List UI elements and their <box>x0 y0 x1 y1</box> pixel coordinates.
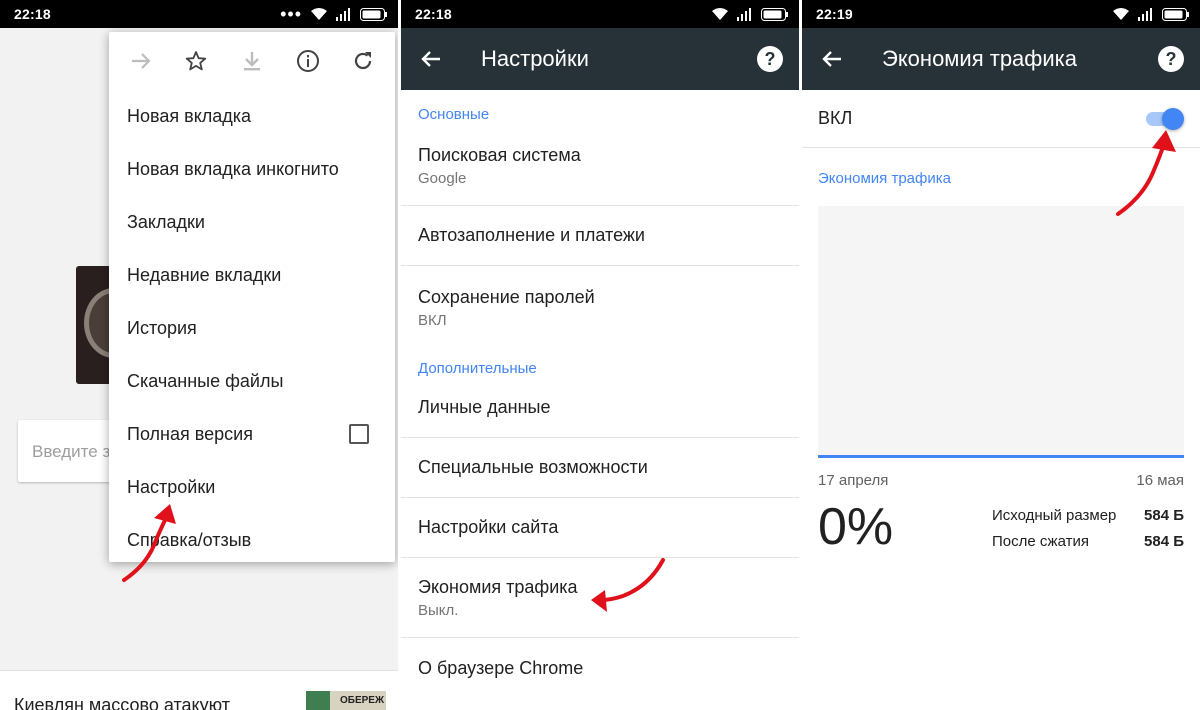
menu-item-bookmarks[interactable]: Закладки <box>109 196 395 249</box>
status-bar: 22:18 ••• <box>0 0 398 28</box>
menu-item-label: Справка/отзыв <box>127 530 252 550</box>
help-icon[interactable]: ? <box>757 46 783 72</box>
menu-item-label: Полная версия <box>127 424 253 444</box>
overflow-menu: Новая вкладка Новая вкладка инкогнито За… <box>109 32 395 562</box>
battery-icon <box>761 7 788 21</box>
news-card[interactable]: Киевлян массово атакуют ОБЕРЕЖ <box>0 670 398 710</box>
help-icon[interactable]: ? <box>1158 46 1184 72</box>
signal-icon <box>737 7 751 21</box>
setting-label: О браузере Chrome <box>418 657 584 678</box>
settings-screen: 22:18 Настройки ? Основные Поисковая сис… <box>401 0 799 710</box>
back-arrow-icon[interactable] <box>419 47 443 71</box>
menu-item-desktop-site[interactable]: Полная версия <box>109 408 395 461</box>
info-icon[interactable] <box>288 41 328 81</box>
chart-baseline <box>818 455 1184 458</box>
data-saver-toggle-row[interactable]: ВКЛ <box>802 90 1200 148</box>
back-arrow-icon[interactable] <box>820 47 844 71</box>
download-icon[interactable] <box>232 41 272 81</box>
app-bar: Настройки ? <box>401 28 799 90</box>
menu-item-label: Недавние вкладки <box>127 265 282 285</box>
switch-knob <box>1162 107 1184 130</box>
menu-item-incognito-tab[interactable]: Новая вкладка инкогнито <box>109 143 395 196</box>
menu-item-settings[interactable]: Настройки <box>109 461 395 514</box>
savings-percent: 0% <box>818 498 894 556</box>
data-usage-chart <box>818 206 1184 458</box>
chart-date-range: 17 апреля 16 мая <box>802 472 1200 489</box>
section-header-data-saver: Экономия трафика <box>818 170 951 187</box>
menu-item-label: Закладки <box>127 212 205 232</box>
date-end: 16 мая <box>1136 472 1184 489</box>
menu-item-label: История <box>127 318 197 338</box>
savings-stats: 0% Исходный размер 584 Б После сжатия 58… <box>802 489 1200 579</box>
menu-item-help-feedback[interactable]: Справка/отзыв <box>109 514 395 567</box>
compressed-size-label: После сжатия <box>992 533 1089 550</box>
date-start: 17 апреля <box>818 472 889 489</box>
data-saver-screen: 22:19 Экономия трафика ? ВКЛ Экономия тр… <box>802 0 1200 710</box>
status-time: 22:19 <box>816 6 853 22</box>
setting-label: Поисковая система <box>418 144 581 165</box>
original-size-row: Исходный размер 584 Б <box>992 507 1184 524</box>
page-title: Настройки <box>481 46 589 71</box>
setting-data-saver[interactable]: Экономия трафика Выкл. <box>401 558 799 638</box>
wifi-icon <box>311 8 327 20</box>
status-time: 22:18 <box>415 6 452 22</box>
battery-icon <box>1162 7 1189 21</box>
notification-dots-icon: ••• <box>280 4 302 24</box>
setting-autofill-payments[interactable]: Автозаполнение и платежи <box>401 206 799 266</box>
section-header-basic: Основные <box>418 106 490 123</box>
compressed-size-row: После сжатия 584 Б <box>992 533 1184 550</box>
menu-item-new-tab[interactable]: Новая вкладка <box>109 90 395 143</box>
setting-label: Настройки сайта <box>418 517 559 537</box>
battery-icon <box>360 7 387 21</box>
original-size-label: Исходный размер <box>992 507 1117 524</box>
setting-about-chrome[interactable]: О браузере Chrome <box>401 638 799 698</box>
news-thumbnail: ОБЕРЕЖ <box>306 691 386 710</box>
setting-personal-data[interactable]: Личные данные <box>401 378 799 438</box>
menu-item-label: Скачанные файлы <box>127 371 284 391</box>
setting-label: Экономия трафика <box>418 576 578 597</box>
star-icon[interactable] <box>176 41 216 81</box>
menu-item-label: Новая вкладка инкогнито <box>127 159 339 179</box>
news-thumb-text: ОБЕРЕЖ <box>339 695 384 706</box>
compressed-size-value: 584 Б <box>1144 533 1184 550</box>
status-bar: 22:19 <box>802 0 1200 28</box>
page-title: Экономия трафика <box>882 46 1078 71</box>
setting-label: Личные данные <box>418 397 551 417</box>
setting-value: Google <box>418 169 467 187</box>
setting-label: Автозаполнение и платежи <box>418 225 645 245</box>
status-bar: 22:18 <box>401 0 799 28</box>
wifi-icon <box>1113 8 1129 20</box>
toggle-label: ВКЛ <box>818 108 853 128</box>
setting-search-engine[interactable]: Поисковая система Google <box>401 126 799 206</box>
menu-item-label: Настройки <box>127 477 216 497</box>
signal-icon <box>1138 7 1152 21</box>
chrome-menu-screen: 22:18 ••• Введите з Киевлян массово атак… <box>0 0 398 710</box>
setting-value: ВКЛ <box>418 312 447 329</box>
forward-icon[interactable] <box>121 41 161 81</box>
setting-accessibility[interactable]: Специальные возможности <box>401 438 799 498</box>
status-time: 22:18 <box>14 6 51 22</box>
setting-value: Выкл. <box>418 601 459 619</box>
refresh-icon[interactable] <box>343 41 383 81</box>
data-saver-switch[interactable] <box>1144 107 1184 131</box>
section-header-advanced: Дополнительные <box>418 360 537 377</box>
original-size-value: 584 Б <box>1144 507 1184 524</box>
setting-save-passwords[interactable]: Сохранение паролей ВКЛ <box>401 266 799 350</box>
wifi-icon <box>712 8 728 20</box>
news-headline: Киевлян массово атакуют <box>14 695 230 710</box>
signal-icon <box>336 7 350 21</box>
menu-item-recent-tabs[interactable]: Недавние вкладки <box>109 249 395 302</box>
menu-item-history[interactable]: История <box>109 302 395 355</box>
menu-item-downloads[interactable]: Скачанные файлы <box>109 355 395 408</box>
menu-item-label: Новая вкладка <box>127 106 252 126</box>
desktop-site-checkbox[interactable] <box>349 424 369 444</box>
setting-label: Сохранение паролей <box>418 287 595 307</box>
menu-icon-row <box>109 32 395 90</box>
setting-site-settings[interactable]: Настройки сайта <box>401 498 799 558</box>
app-bar: Экономия трафика ? <box>802 28 1200 90</box>
setting-label: Специальные возможности <box>418 457 648 477</box>
